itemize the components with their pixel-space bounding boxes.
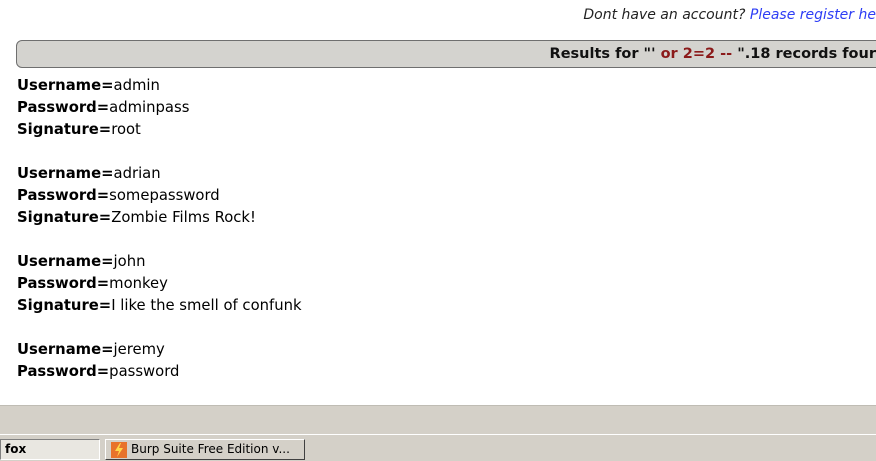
- record-password-row: Password=monkey: [17, 273, 302, 295]
- username-label: Username=: [17, 253, 114, 270]
- username-label: Username=: [17, 341, 114, 358]
- username-label: Username=: [17, 165, 114, 182]
- taskbar-button-firefox-label: fox: [5, 442, 27, 456]
- username-value: john: [113, 253, 146, 270]
- record-password-row: Password=password: [17, 361, 302, 383]
- username-value: adrian: [113, 165, 161, 182]
- signature-label: Signature=: [17, 121, 112, 138]
- record-username-row: Username=jeremy: [17, 339, 302, 361]
- results-count: ".18 records four: [737, 46, 876, 62]
- results-query: or 2=2 --: [655, 46, 738, 62]
- results-summary: Results for "' or 2=2 -- ".18 records fo…: [550, 46, 876, 62]
- record-username-row: Username=admin: [17, 75, 302, 97]
- register-prompt-text: Dont have an account?: [583, 7, 750, 23]
- password-label: Password=: [17, 363, 110, 380]
- signature-value: I like the smell of confunk: [111, 297, 302, 314]
- results-prefix: Results for "': [549, 46, 656, 62]
- signature-label: Signature=: [17, 297, 112, 314]
- record-signature-row: Signature=Zombie Films Rock!: [17, 207, 302, 229]
- password-value: password: [109, 363, 180, 380]
- username-value: admin: [113, 77, 160, 94]
- record-item: Username=john Password=monkey Signature=…: [17, 251, 302, 317]
- username-label: Username=: [17, 77, 114, 94]
- register-prompt: Dont have an account? Please register he: [583, 7, 876, 23]
- browser-status-area: [0, 405, 876, 435]
- record-item: Username=jeremy Password=password: [17, 339, 302, 383]
- signature-label: Signature=: [17, 209, 112, 226]
- burp-suite-icon: [111, 441, 127, 458]
- signature-value: root: [111, 121, 141, 138]
- record-signature-row: Signature=I like the smell of confunk: [17, 295, 302, 317]
- record-password-row: Password=somepassword: [17, 185, 302, 207]
- record-password-row: Password=adminpass: [17, 97, 302, 119]
- register-link[interactable]: Please register he: [750, 7, 876, 23]
- records-list: Username=admin Password=adminpass Signat…: [17, 75, 302, 405]
- password-label: Password=: [17, 99, 110, 116]
- password-value: somepassword: [109, 187, 220, 204]
- password-value: monkey: [109, 275, 168, 292]
- username-value: jeremy: [113, 341, 165, 358]
- record-username-row: Username=john: [17, 251, 302, 273]
- password-value: adminpass: [109, 99, 190, 116]
- password-label: Password=: [17, 187, 110, 204]
- taskbar: fox Burp Suite Free Edition v...: [0, 434, 876, 461]
- record-signature-row: Signature=root: [17, 119, 302, 141]
- taskbar-button-burp-suite[interactable]: Burp Suite Free Edition v...: [105, 439, 305, 460]
- record-item: Username=adrian Password=somepassword Si…: [17, 163, 302, 229]
- taskbar-button-firefox[interactable]: fox: [0, 439, 100, 460]
- record-username-row: Username=adrian: [17, 163, 302, 185]
- password-label: Password=: [17, 275, 110, 292]
- signature-value: Zombie Films Rock!: [111, 209, 256, 226]
- record-item: Username=admin Password=adminpass Signat…: [17, 75, 302, 141]
- taskbar-button-burp-label: Burp Suite Free Edition v...: [131, 442, 290, 456]
